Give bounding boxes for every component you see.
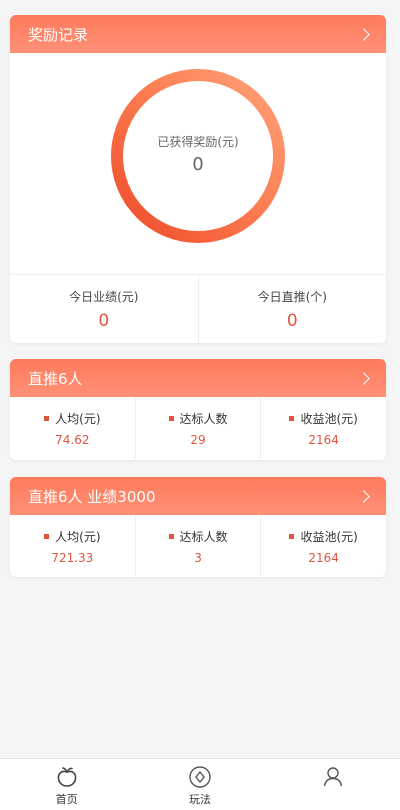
stat-label: 收益池(元) [300, 411, 358, 426]
stat-pool: 收益池(元) 2164 [260, 397, 386, 459]
home-fruit-icon [57, 767, 76, 787]
push6-3000-title: 直推6人 业绩3000 [28, 487, 156, 506]
push6-title: 直推6人 [28, 369, 83, 388]
stat-average: 人均(元) 74.62 [10, 397, 135, 459]
push6-3000-header[interactable]: 直推6人 业绩3000 [10, 477, 386, 515]
stat-value: 74.62 [55, 432, 90, 447]
stat-value: 3 [194, 550, 202, 565]
stat-qualified: 达标人数 29 [134, 397, 261, 459]
push6-stats: 人均(元) 74.62 达标人数 29 收益池(元) 2164 [10, 397, 386, 459]
bottom-tabbar: 首页 玩法 [0, 758, 400, 810]
stat-value: 0 [98, 310, 110, 331]
stat-label: 今日业绩(元) [69, 289, 139, 304]
chevron-right-icon[interactable] [357, 27, 370, 41]
tab-gameplay[interactable]: 玩法 [133, 759, 266, 810]
stat-today-direct: 今日直推(个) 0 [197, 275, 387, 343]
tab-label: 首页 [55, 793, 78, 806]
stat-value: 0 [286, 310, 298, 331]
bullet-icon [289, 415, 295, 421]
ring-value: 0 [192, 154, 204, 175]
push6-header[interactable]: 直推6人 [10, 359, 386, 397]
stat-today-performance: 今日业绩(元) 0 [10, 275, 198, 343]
stat-value: 2164 [308, 550, 339, 565]
bullet-icon [168, 533, 174, 539]
rewards-header[interactable]: 奖励记录 [10, 15, 386, 53]
stat-value: 29 [190, 432, 206, 447]
push6-card: 直推6人 人均(元) 74.62 达标人数 29 收益池(元) 2164 [10, 359, 386, 460]
tab-home[interactable]: 首页 [0, 759, 133, 810]
bullet-icon [168, 415, 174, 421]
stat-label: 人均(元) [55, 411, 101, 426]
stat-average: 人均(元) 721.33 [10, 515, 135, 577]
stat-qualified: 达标人数 3 [134, 515, 261, 577]
ring-label: 已获得奖励(元) [157, 135, 239, 149]
stat-label: 今日直推(个) [257, 289, 327, 304]
rewards-stats: 今日业绩(元) 0 今日直推(个) 0 [10, 274, 386, 343]
user-icon [324, 767, 343, 787]
rewards-ring: 已获得奖励(元) 0 [110, 68, 286, 244]
push6-3000-card: 直推6人 业绩3000 人均(元) 721.33 达标人数 3 收益池(元) 2… [10, 477, 386, 577]
stat-label: 人均(元) [55, 529, 101, 544]
bullet-icon [44, 533, 50, 539]
stat-label: 达标人数 [179, 411, 228, 426]
chevron-right-icon[interactable] [357, 489, 370, 503]
tab-label: 玩法 [188, 793, 211, 806]
bullet-icon [44, 415, 50, 421]
rewards-card: 奖励记录 已获得奖励(元) 0 今日业绩(元) 0 今日直推(个) 0 [10, 15, 386, 343]
push6-3000-stats: 人均(元) 721.33 达标人数 3 收益池(元) 2164 [10, 515, 386, 577]
stat-pool: 收益池(元) 2164 [260, 515, 386, 577]
tab-profile[interactable] [267, 759, 400, 810]
stat-value: 2164 [308, 432, 339, 447]
stat-value: 721.33 [51, 550, 94, 565]
stat-label: 收益池(元) [300, 529, 358, 544]
stat-label: 达标人数 [179, 529, 228, 544]
compass-icon [189, 766, 211, 788]
bullet-icon [289, 533, 295, 539]
chevron-right-icon[interactable] [357, 371, 370, 385]
rewards-title: 奖励记录 [28, 25, 89, 44]
